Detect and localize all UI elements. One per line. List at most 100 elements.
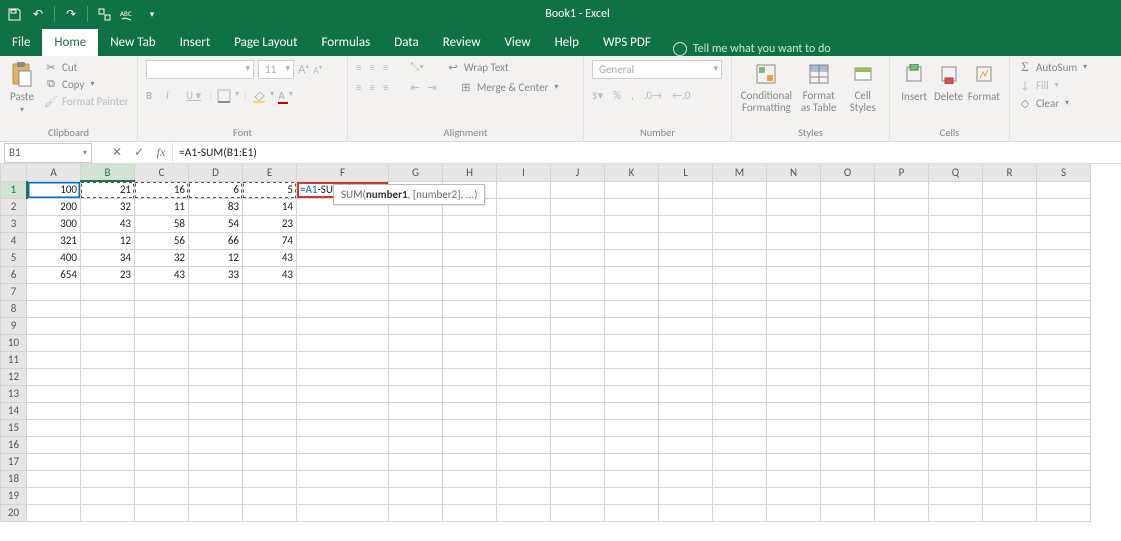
cell-G18[interactable] (389, 470, 443, 487)
row-header-8[interactable]: 8 (1, 300, 27, 317)
cell-I5[interactable] (497, 249, 551, 266)
qat-customize-icon[interactable]: ▾ (144, 6, 160, 22)
cell-S14[interactable] (1037, 402, 1091, 419)
column-header-H[interactable]: H (443, 164, 497, 181)
cell-H13[interactable] (443, 385, 497, 402)
cell-D14[interactable] (189, 402, 243, 419)
cell-P19[interactable] (875, 487, 929, 504)
cell-S1[interactable] (1037, 181, 1091, 198)
cell-H14[interactable] (443, 402, 497, 419)
cell-M1[interactable] (713, 181, 767, 198)
cell-I16[interactable] (497, 436, 551, 453)
cell-L17[interactable] (659, 453, 713, 470)
row-header-3[interactable]: 3 (1, 215, 27, 232)
cell-I20[interactable] (497, 504, 551, 521)
cell-E6[interactable]: 43 (243, 266, 297, 283)
cell-P12[interactable] (875, 368, 929, 385)
cell-L16[interactable] (659, 436, 713, 453)
cell-M14[interactable] (713, 402, 767, 419)
cell-N14[interactable] (767, 402, 821, 419)
touch-mode-icon[interactable] (96, 6, 112, 22)
spellcheck-icon[interactable]: ABC (120, 6, 136, 22)
accounting-format-icon[interactable]: $▾ (592, 89, 603, 102)
cell-K7[interactable] (605, 283, 659, 300)
cell-K3[interactable] (605, 215, 659, 232)
cell-Q20[interactable] (929, 504, 983, 521)
cell-F12[interactable] (297, 368, 389, 385)
cell-A1[interactable]: 100 (27, 181, 81, 198)
fill-color-button[interactable] (252, 89, 266, 103)
cell-E14[interactable] (243, 402, 297, 419)
column-header-P[interactable]: P (875, 164, 929, 181)
cell-Q16[interactable] (929, 436, 983, 453)
align-right-icon[interactable]: ≡ (383, 81, 388, 94)
cell-H3[interactable] (443, 215, 497, 232)
cell-R15[interactable] (983, 419, 1037, 436)
cell-C6[interactable]: 43 (135, 266, 189, 283)
cell-P5[interactable] (875, 249, 929, 266)
cell-Q4[interactable] (929, 232, 983, 249)
tab-data[interactable]: Data (382, 29, 431, 56)
cell-Q5[interactable] (929, 249, 983, 266)
column-header-G[interactable]: G (389, 164, 443, 181)
cell-O7[interactable] (821, 283, 875, 300)
cell-R1[interactable] (983, 181, 1037, 198)
cut-button[interactable]: ✂Cut (44, 60, 128, 74)
cell-N15[interactable] (767, 419, 821, 436)
fill-button[interactable]: ↓Fill▾ (1018, 78, 1113, 92)
cell-O13[interactable] (821, 385, 875, 402)
cell-D15[interactable] (189, 419, 243, 436)
cell-K15[interactable] (605, 419, 659, 436)
cell-N5[interactable] (767, 249, 821, 266)
cell-K9[interactable] (605, 317, 659, 334)
cell-N2[interactable] (767, 198, 821, 215)
cell-C20[interactable] (135, 504, 189, 521)
cell-J9[interactable] (551, 317, 605, 334)
cell-L10[interactable] (659, 334, 713, 351)
cell-J18[interactable] (551, 470, 605, 487)
row-header-17[interactable]: 17 (1, 453, 27, 470)
cell-P8[interactable] (875, 300, 929, 317)
cell-L7[interactable] (659, 283, 713, 300)
cell-M20[interactable] (713, 504, 767, 521)
cell-M5[interactable] (713, 249, 767, 266)
row-header-5[interactable]: 5 (1, 249, 27, 266)
cell-B8[interactable] (81, 300, 135, 317)
cell-L3[interactable] (659, 215, 713, 232)
cell-D9[interactable] (189, 317, 243, 334)
cell-D18[interactable] (189, 470, 243, 487)
cell-O16[interactable] (821, 436, 875, 453)
cell-S10[interactable] (1037, 334, 1091, 351)
cell-I12[interactable] (497, 368, 551, 385)
cell-C16[interactable] (135, 436, 189, 453)
cell-S9[interactable] (1037, 317, 1091, 334)
cell-E15[interactable] (243, 419, 297, 436)
cell-F20[interactable] (297, 504, 389, 521)
column-header-I[interactable]: I (497, 164, 551, 181)
cell-D3[interactable]: 54 (189, 215, 243, 232)
cell-B16[interactable] (81, 436, 135, 453)
cell-M19[interactable] (713, 487, 767, 504)
cell-P10[interactable] (875, 334, 929, 351)
cell-F15[interactable] (297, 419, 389, 436)
cell-A12[interactable] (27, 368, 81, 385)
indent-inc-icon[interactable]: ⇥ (428, 81, 437, 94)
insert-cells-button[interactable]: Insert (898, 60, 930, 103)
cell-C5[interactable]: 32 (135, 249, 189, 266)
format-as-table-button[interactable]: Format as Table (797, 60, 841, 114)
cell-I14[interactable] (497, 402, 551, 419)
column-header-A[interactable]: A (27, 164, 81, 181)
cell-F17[interactable] (297, 453, 389, 470)
cell-H10[interactable] (443, 334, 497, 351)
cell-L6[interactable] (659, 266, 713, 283)
shrink-font-icon[interactable]: A▾ (313, 63, 322, 76)
cell-E13[interactable] (243, 385, 297, 402)
cell-Q15[interactable] (929, 419, 983, 436)
cell-R10[interactable] (983, 334, 1037, 351)
cell-C17[interactable] (135, 453, 189, 470)
cell-Q19[interactable] (929, 487, 983, 504)
cell-A2[interactable]: 200 (27, 198, 81, 215)
cell-D16[interactable] (189, 436, 243, 453)
cell-B13[interactable] (81, 385, 135, 402)
redo-icon[interactable]: ↷ (63, 6, 79, 22)
